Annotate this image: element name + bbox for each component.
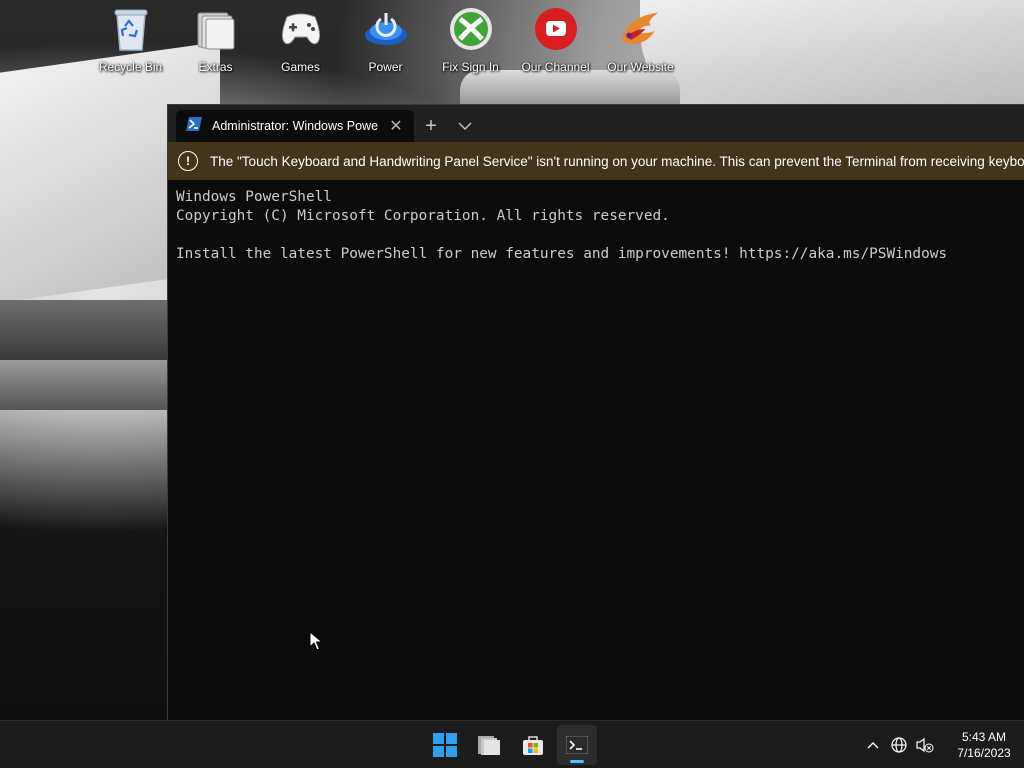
console-line: Windows PowerShell [176, 189, 332, 205]
desktop-icon-label: Power [368, 60, 403, 74]
taskbar-terminal[interactable] [557, 725, 597, 765]
taskbar-file-explorer[interactable] [469, 725, 509, 765]
chevron-up-icon [867, 742, 879, 749]
chevron-down-icon [458, 122, 472, 130]
desktop-icon-power[interactable]: Power [343, 6, 428, 78]
clock-date: 7/16/2023 [957, 746, 1011, 760]
warning-text: The "Touch Keyboard and Handwriting Pane… [210, 153, 1024, 169]
tab-dropdown-button[interactable] [448, 110, 482, 142]
desktop-icon-extras[interactable]: Extras [173, 6, 258, 78]
folder-icon [193, 6, 239, 52]
desktop-icon-label: Games [281, 60, 320, 74]
console-line: Copyright (C) Microsoft Corporation. All… [176, 208, 670, 224]
taskbar-store[interactable] [513, 725, 553, 765]
show-hidden-icons-button[interactable] [860, 730, 886, 760]
terminal-window[interactable]: Administrator: Windows PowerShell ✕ + ! … [167, 104, 1024, 720]
plus-icon: + [425, 114, 437, 137]
desktop-icons: Recycle Bin Extras Games Power Fix Sign … [88, 6, 683, 78]
warning-icon: ! [178, 151, 198, 171]
console-line: Install the latest PowerShell for new fe… [176, 246, 948, 262]
console-output[interactable]: Windows PowerShell Copyright (C) Microsof… [168, 180, 1024, 272]
clock-time: 5:43 AM [961, 730, 1007, 744]
desktop-icon-label: Our Website [607, 60, 674, 74]
tab-bar: Administrator: Windows PowerShell ✕ + [168, 105, 1024, 142]
recycle-bin-icon [108, 6, 154, 52]
desktop-icon-our-channel[interactable]: Our Channel [513, 6, 598, 78]
taskbar: 5:43 AM 7/16/2023 [0, 720, 1024, 768]
store-icon [523, 736, 543, 755]
desktop-icon-label: Fix Sign In [442, 60, 499, 74]
desktop-icon-fix-sign-in[interactable]: Fix Sign In [428, 6, 513, 78]
start-icon [433, 733, 457, 757]
desktop-icon-our-website[interactable]: Our Website [598, 6, 683, 78]
taskbar-apps [425, 725, 597, 765]
network-button[interactable] [886, 730, 912, 760]
globe-icon [891, 737, 907, 753]
new-tab-button[interactable]: + [414, 110, 448, 142]
tab-title: Administrator: Windows PowerShell [212, 119, 378, 133]
desktop-icon-games[interactable]: Games [258, 6, 343, 78]
gamepad-icon [278, 6, 324, 52]
volume-muted-icon [916, 737, 934, 753]
warning-infobar: ! The "Touch Keyboard and Handwriting Pa… [168, 142, 1024, 180]
power-icon [363, 6, 409, 52]
desktop-icon-recycle-bin[interactable]: Recycle Bin [88, 6, 173, 78]
file-explorer-icon [478, 736, 500, 755]
start-button[interactable] [425, 725, 465, 765]
tab-powershell[interactable]: Administrator: Windows PowerShell ✕ [176, 110, 414, 142]
xbox-icon [448, 6, 494, 52]
desktop-icon-label: Extras [198, 60, 233, 74]
phoenix-icon [618, 6, 664, 52]
mouse-pointer-icon [309, 630, 324, 656]
clock[interactable]: 5:43 AM 7/16/2023 [944, 729, 1024, 761]
system-tray: 5:43 AM 7/16/2023 [860, 721, 1024, 768]
volume-button[interactable] [912, 730, 938, 760]
powershell-icon [186, 116, 202, 136]
desktop-icon-label: Our Channel [521, 60, 590, 74]
terminal-icon [566, 736, 588, 754]
desktop-icon-label: Recycle Bin [98, 60, 163, 74]
youtube-icon [533, 6, 579, 52]
close-icon[interactable]: ✕ [388, 116, 404, 136]
